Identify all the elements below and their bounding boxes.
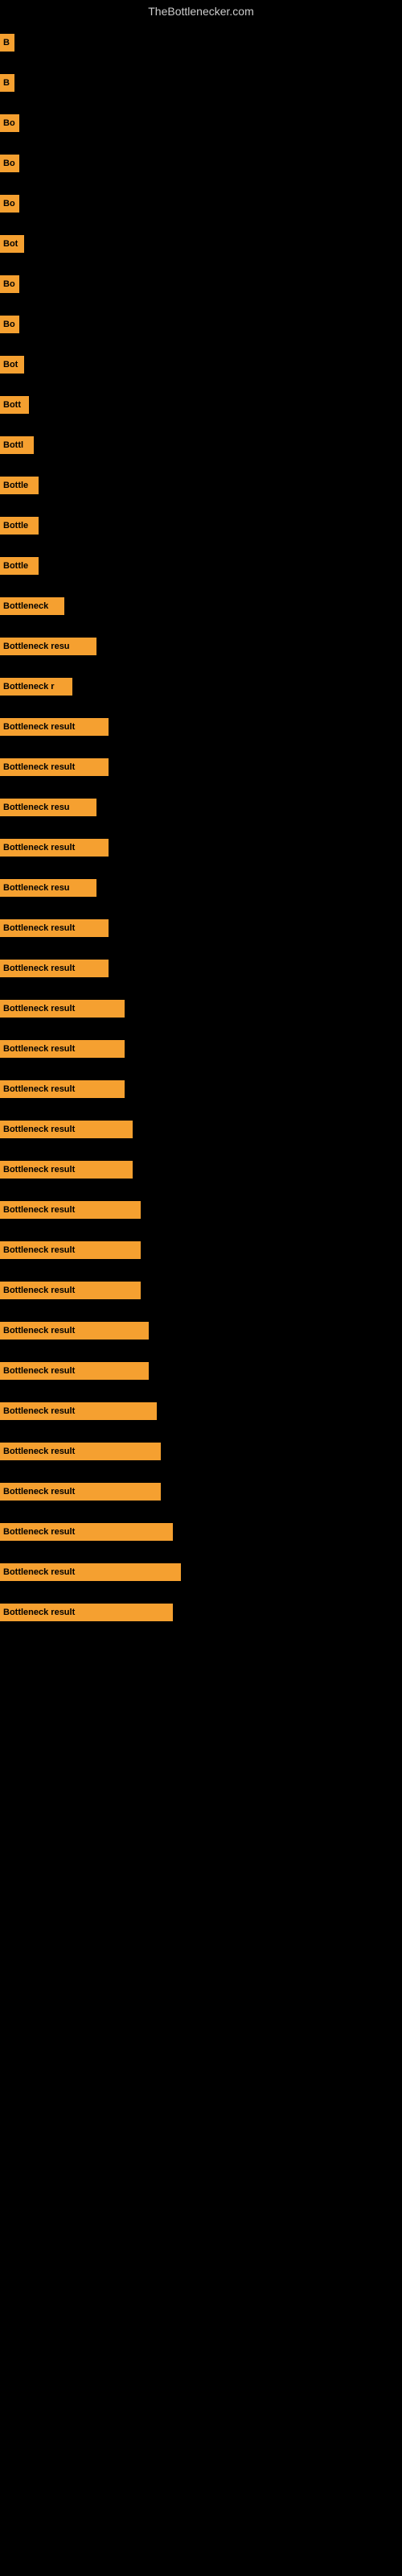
- bar-label-2: Bo: [0, 114, 19, 132]
- bar-row-27: Bottleneck result: [0, 1109, 402, 1150]
- bar-row-25: Bottleneck result: [0, 1029, 402, 1069]
- bar-label-25: Bottleneck result: [0, 1040, 125, 1058]
- bar-row-35: Bottleneck result: [0, 1431, 402, 1472]
- bar-label-13: Bottle: [0, 557, 39, 575]
- bar-row-21: Bottleneck resu: [0, 868, 402, 908]
- bar-label-34: Bottleneck result: [0, 1402, 157, 1420]
- bar-row-36: Bottleneck result: [0, 1472, 402, 1512]
- bar-label-11: Bottle: [0, 477, 39, 494]
- bar-label-37: Bottleneck result: [0, 1523, 173, 1541]
- bar-label-6: Bo: [0, 275, 19, 293]
- bar-label-9: Bott: [0, 396, 29, 414]
- bar-label-14: Bottleneck: [0, 597, 64, 615]
- bar-row-33: Bottleneck result: [0, 1351, 402, 1391]
- bar-row-19: Bottleneck resu: [0, 787, 402, 828]
- bar-row-15: Bottleneck resu: [0, 626, 402, 667]
- bar-row-30: Bottleneck result: [0, 1230, 402, 1270]
- bar-row-28: Bottleneck result: [0, 1150, 402, 1190]
- bar-label-18: Bottleneck result: [0, 758, 109, 776]
- bar-row-23: Bottleneck result: [0, 948, 402, 989]
- bar-label-7: Bo: [0, 316, 19, 333]
- bar-label-27: Bottleneck result: [0, 1121, 133, 1138]
- bar-row-31: Bottleneck result: [0, 1270, 402, 1311]
- bar-row-38: Bottleneck result: [0, 1552, 402, 1592]
- bar-row-13: Bottle: [0, 546, 402, 586]
- bar-label-29: Bottleneck result: [0, 1201, 141, 1219]
- bar-label-4: Bo: [0, 195, 19, 213]
- bar-label-30: Bottleneck result: [0, 1241, 141, 1259]
- site-title: TheBottlenecker.com: [0, 0, 402, 23]
- bar-label-22: Bottleneck result: [0, 919, 109, 937]
- bar-label-0: B: [0, 34, 14, 52]
- bar-row-18: Bottleneck result: [0, 747, 402, 787]
- bar-label-15: Bottleneck resu: [0, 638, 96, 655]
- bar-row-5: Bot: [0, 224, 402, 264]
- bar-row-7: Bo: [0, 304, 402, 345]
- bar-label-16: Bottleneck r: [0, 678, 72, 696]
- bar-label-19: Bottleneck resu: [0, 799, 96, 816]
- bar-label-20: Bottleneck result: [0, 839, 109, 857]
- bar-label-26: Bottleneck result: [0, 1080, 125, 1098]
- bar-label-3: Bo: [0, 155, 19, 172]
- bar-label-23: Bottleneck result: [0, 960, 109, 977]
- bar-label-17: Bottleneck result: [0, 718, 109, 736]
- bar-label-39: Bottleneck result: [0, 1604, 173, 1621]
- bar-row-37: Bottleneck result: [0, 1512, 402, 1552]
- bar-row-2: Bo: [0, 103, 402, 143]
- bar-row-1: B: [0, 63, 402, 103]
- bar-label-32: Bottleneck result: [0, 1322, 149, 1340]
- bar-label-38: Bottleneck result: [0, 1563, 181, 1581]
- bar-label-10: Bottl: [0, 436, 34, 454]
- bar-label-36: Bottleneck result: [0, 1483, 161, 1501]
- bar-row-11: Bottle: [0, 465, 402, 506]
- bar-label-12: Bottle: [0, 517, 39, 535]
- bar-row-10: Bottl: [0, 425, 402, 465]
- bar-row-26: Bottleneck result: [0, 1069, 402, 1109]
- bar-row-3: Bo: [0, 143, 402, 184]
- bar-row-8: Bot: [0, 345, 402, 385]
- bar-label-35: Bottleneck result: [0, 1443, 161, 1460]
- bar-label-8: Bot: [0, 356, 24, 374]
- bar-label-33: Bottleneck result: [0, 1362, 149, 1380]
- bar-label-28: Bottleneck result: [0, 1161, 133, 1179]
- bar-row-4: Bo: [0, 184, 402, 224]
- bar-row-24: Bottleneck result: [0, 989, 402, 1029]
- bar-row-16: Bottleneck r: [0, 667, 402, 707]
- bar-row-12: Bottle: [0, 506, 402, 546]
- bar-label-31: Bottleneck result: [0, 1282, 141, 1299]
- bar-row-34: Bottleneck result: [0, 1391, 402, 1431]
- bar-row-17: Bottleneck result: [0, 707, 402, 747]
- bar-row-6: Bo: [0, 264, 402, 304]
- bar-row-20: Bottleneck result: [0, 828, 402, 868]
- bar-row-0: B: [0, 23, 402, 63]
- bar-label-5: Bot: [0, 235, 24, 253]
- bar-row-22: Bottleneck result: [0, 908, 402, 948]
- bar-row-32: Bottleneck result: [0, 1311, 402, 1351]
- bar-label-1: B: [0, 74, 14, 92]
- bar-row-29: Bottleneck result: [0, 1190, 402, 1230]
- bar-label-21: Bottleneck resu: [0, 879, 96, 897]
- bar-row-14: Bottleneck: [0, 586, 402, 626]
- bar-label-24: Bottleneck result: [0, 1000, 125, 1018]
- bar-row-39: Bottleneck result: [0, 1592, 402, 1633]
- bar-row-9: Bott: [0, 385, 402, 425]
